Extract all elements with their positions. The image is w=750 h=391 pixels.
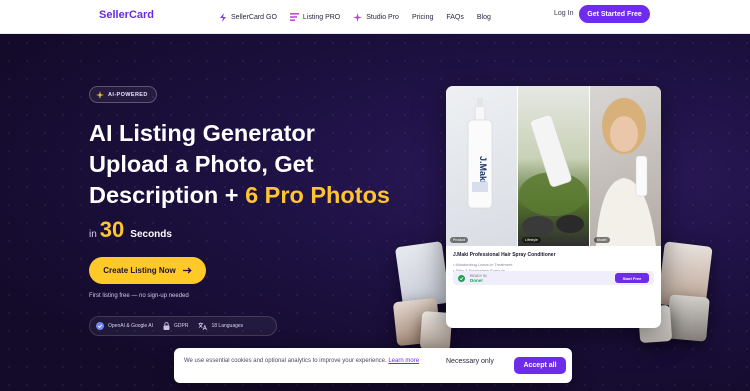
trust-item-languages: 18 Languages [198, 322, 243, 330]
hero-title-accent: 6 Pro Photos [245, 182, 390, 208]
nav-link-faqs[interactable]: FAQs [446, 14, 464, 21]
start-free-button[interactable]: Start Free [615, 273, 649, 283]
spray-bottle-image [519, 115, 587, 236]
product-title: J.Maki Professional Hair Spray Condition… [453, 252, 556, 258]
nav-link-sellercard-go[interactable]: SellerCard GO [219, 12, 277, 22]
badge-label: AI-POWERED [108, 91, 148, 98]
lightning-icon [220, 12, 226, 22]
nav-link-label: Blog [476, 13, 491, 21]
cookie-text: We use essential cookies and optional an… [184, 357, 434, 366]
accept-all-button[interactable]: Accept all [514, 357, 566, 374]
product-bullet: • Moisturizing Leave-in Treatment [453, 262, 513, 267]
nav-link-label: Pricing [411, 13, 434, 21]
seconds-line: in 30 Seconds [89, 217, 172, 243]
check-circle-icon [458, 274, 465, 282]
listing-preview-card: J.Maki Product Lifestyle Model J.Maki Pr… [446, 86, 661, 328]
nav-links: SellerCard GO Listing PRO Studio Pro Pri… [219, 0, 491, 34]
seconds-label: Seconds [130, 229, 172, 240]
create-listing-label: Create Listing Now [103, 266, 176, 275]
nav-link-pricing[interactable]: Pricing [412, 14, 433, 21]
nav-link-listing-pro[interactable]: Listing PRO [289, 13, 341, 21]
hero-title-line-2: Upload a Photo, Get [89, 151, 314, 177]
necessary-only-button[interactable]: Necessary only [446, 358, 494, 365]
cookie-banner: We use essential cookies and optional an… [174, 348, 572, 383]
seconds-number: 30 [99, 217, 125, 242]
get-started-button[interactable]: Get Started Free [579, 5, 650, 23]
in-label: in [89, 229, 97, 240]
nav-link-label: Listing PRO [302, 13, 341, 21]
trust-label: OpenAI & Google AI [108, 323, 154, 329]
spray-bottle-image: J.Maki [467, 98, 493, 209]
product-photo: J.Maki Product [446, 86, 517, 246]
logo[interactable]: SellerCard [99, 9, 154, 21]
nav-link-label: Studio Pro [366, 13, 399, 21]
login-link[interactable]: Log In [554, 10, 573, 17]
list-icon [289, 13, 299, 21]
side-photo-card [666, 294, 710, 342]
free-note: First listing free — no sign-up needed [89, 293, 189, 299]
model-image [596, 98, 656, 246]
nav-link-blog[interactable]: Blog [477, 14, 491, 21]
learn-more-link[interactable]: Learn more [388, 358, 419, 364]
model-photo: Model [590, 86, 661, 246]
nav-link-label: SellerCard GO [231, 13, 277, 21]
sparkle-icon [353, 12, 363, 22]
trust-label: GDPR [174, 323, 189, 329]
check-badge-icon [96, 322, 104, 330]
hero-title-prefix: Description + [89, 182, 246, 208]
create-listing-button[interactable]: Create Listing Now [89, 257, 206, 284]
photo-tag-lifestyle: Lifestyle [522, 237, 541, 243]
top-nav: SellerCard SellerCard GO Listing PRO Stu… [0, 0, 750, 34]
svg-text:J.Maki: J.Maki [478, 156, 488, 184]
nav-link-label: FAQs [446, 13, 464, 21]
nav-link-studio-pro[interactable]: Studio Pro [353, 12, 399, 22]
sparkle-icon [96, 90, 104, 99]
hero-title: AI Listing Generator Upload a Photo, Get… [89, 118, 449, 211]
arrow-right-icon [182, 267, 192, 274]
hero-title-line-3: Description + 6 Pro Photos [89, 180, 449, 211]
photo-tag-model: Model [594, 237, 610, 243]
trust-label: 18 Languages [211, 323, 244, 329]
hero-title-line-1: AI Listing Generator [89, 120, 315, 146]
photo-tag-product: Product [450, 237, 469, 243]
ready-text-group: READY IN Done! [470, 274, 486, 283]
lifestyle-photo: Lifestyle [518, 86, 589, 246]
hero-section: AI-POWERED AI Listing Generator Upload a… [0, 34, 750, 391]
ai-powered-badge: AI-POWERED [89, 86, 157, 103]
cookie-message: We use essential cookies and optional an… [184, 358, 387, 364]
ready-status: READY IN Done! Start Free [453, 271, 654, 285]
trust-item-gdpr: GDPR [163, 322, 188, 330]
lock-icon [163, 322, 170, 330]
card-body: J.Maki Professional Hair Spray Condition… [446, 246, 661, 328]
trust-badges: OpenAI & Google AI GDPR 18 Languages [89, 316, 277, 336]
done-label: Done! [470, 277, 483, 283]
trust-item-openai: OpenAI & Google AI [96, 322, 153, 330]
translate-icon [198, 322, 208, 330]
ready-label: READY IN [470, 273, 487, 278]
